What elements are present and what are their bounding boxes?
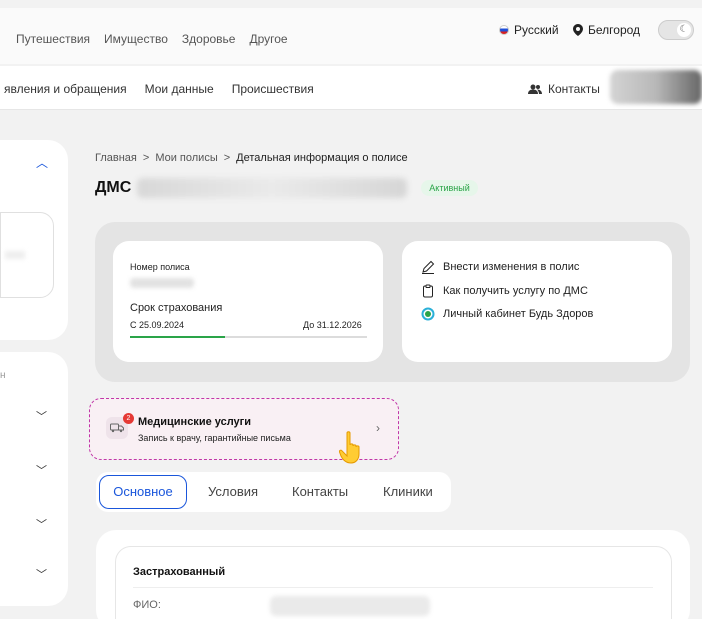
tab-contacts[interactable]: Контакты: [292, 484, 348, 499]
fio-value-redacted: [270, 596, 430, 616]
chevron-down-icon[interactable]: ﹀: [36, 566, 47, 582]
insured-title: Застрахованный: [133, 566, 226, 578]
tab-clinics[interactable]: Клиники: [383, 484, 433, 499]
page-title: ДМС: [95, 179, 132, 196]
sub-nav: явления и обращения Мои данные Происшест…: [0, 66, 702, 110]
sidebar-policy-card[interactable]: [0, 212, 54, 298]
breadcrumb-home[interactable]: Главная: [95, 152, 137, 164]
tab-conditions[interactable]: Условия: [208, 484, 258, 499]
how-to-get-service-label: Как получить услугу по ДМС: [443, 285, 588, 297]
medical-services-subtitle: Запись к врачу, гарантийные письма: [138, 433, 291, 443]
term-end: До 31.12.2026: [303, 320, 362, 330]
nav-link-incidents[interactable]: Происшествия: [232, 82, 314, 96]
breadcrumb-policies[interactable]: Мои полисы: [155, 152, 217, 164]
divider: [133, 587, 653, 588]
nav-link-property[interactable]: Имущество: [104, 32, 168, 46]
nav-link-my-data[interactable]: Мои данные: [145, 82, 214, 96]
top-nav-links: Путешествия Имущество Здоровье Другое: [16, 32, 288, 46]
fio-label: ФИО:: [133, 599, 161, 611]
contacts-label: Контакты: [548, 82, 600, 96]
bud-zdorov-cabinet-link[interactable]: Личный кабинет Будь Здоров: [421, 307, 593, 321]
how-to-get-service-link[interactable]: Как получить услугу по ДМС: [421, 284, 588, 298]
breadcrumb-separator: >: [142, 152, 150, 164]
nav-link-health[interactable]: Здоровье: [182, 32, 236, 46]
policy-number-redacted: [130, 278, 194, 288]
pencil-icon: [422, 260, 435, 274]
term-progress-fill: [130, 336, 225, 338]
edit-policy-label: Внести изменения в полис: [443, 261, 580, 273]
location-pin-icon: [573, 24, 583, 36]
term-progress-bar: [130, 336, 367, 338]
city-label: Белгород: [588, 23, 641, 37]
term-label: Срок страхования: [130, 302, 223, 314]
breadcrumb: Главная > Мои полисы > Детальная информа…: [95, 152, 408, 164]
russia-flag-icon: [499, 25, 509, 35]
city-selector[interactable]: Белгород: [573, 23, 640, 37]
language-label: Русский: [514, 23, 559, 37]
contacts-link[interactable]: Контакты: [528, 82, 600, 96]
ring-logo-icon: [421, 307, 435, 321]
sub-nav-links: явления и обращения Мои данные Происшест…: [4, 82, 314, 96]
policy-number-label: Номер полиса: [130, 262, 190, 272]
theme-toggle[interactable]: ☾: [658, 20, 694, 40]
sidebar-card-label: [5, 251, 25, 259]
sidebar-bottom-panel: н ﹀ ﹀ ﹀ ﹀: [0, 352, 68, 606]
tab-bar: Основное Условия Контакты Клиники: [96, 472, 451, 512]
medical-services-title: Медицинские услуги: [138, 416, 252, 428]
language-selector[interactable]: Русский: [499, 23, 559, 37]
moon-icon: ☾: [677, 23, 691, 37]
chevron-down-icon[interactable]: ﹀: [36, 516, 47, 532]
clipboard-icon: [423, 284, 433, 298]
people-icon: [528, 84, 542, 94]
profile-button[interactable]: [610, 70, 702, 104]
hand-pointer-icon: [339, 431, 360, 464]
nav-link-other[interactable]: Другое: [249, 32, 287, 46]
edit-policy-link[interactable]: Внести изменения в полис: [421, 260, 579, 274]
breadcrumb-current: Детальная информация о полисе: [236, 152, 408, 164]
tab-main[interactable]: Основное: [99, 475, 187, 509]
breadcrumb-separator: >: [223, 152, 231, 164]
insured-name-redacted: [137, 178, 408, 198]
page-title-row: ДМС Активный: [95, 178, 478, 198]
chevron-up-icon[interactable]: ︿: [36, 154, 48, 171]
notification-badge: 2: [123, 413, 134, 424]
chevron-right-icon: ›: [376, 421, 380, 435]
chevron-down-icon[interactable]: ﹀: [36, 408, 47, 424]
status-badge: Активный: [421, 180, 478, 196]
term-start: С 25.09.2024: [130, 320, 185, 330]
sidebar-section-label: н: [0, 370, 6, 381]
chevron-down-icon[interactable]: ﹀: [36, 462, 47, 478]
nav-link-travel[interactable]: Путешествия: [16, 32, 90, 46]
nav-link-requests[interactable]: явления и обращения: [4, 82, 127, 96]
bud-zdorov-cabinet-label: Личный кабинет Будь Здоров: [443, 308, 594, 320]
